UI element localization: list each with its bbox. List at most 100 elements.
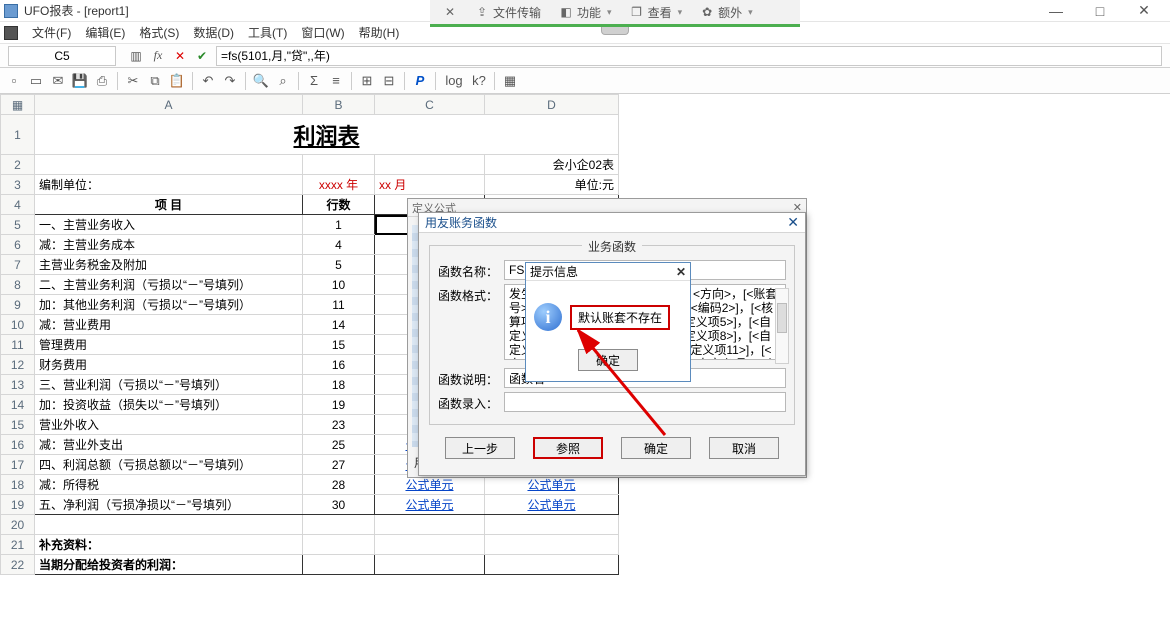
sheet-title[interactable]: 利润表	[35, 115, 619, 155]
cell[interactable]	[375, 155, 485, 175]
replace-icon[interactable]: ⌕	[273, 71, 293, 91]
paste-icon[interactable]: 📋	[167, 71, 187, 91]
cell-line[interactable]: 28	[303, 475, 375, 495]
formula-cell[interactable]: 公式单元	[375, 495, 485, 515]
formula-input[interactable]: =fs(5101,月,"贷",,年)	[216, 46, 1162, 66]
open-icon[interactable]: ▭	[26, 71, 46, 91]
menu-edit[interactable]: 编辑(E)	[79, 22, 131, 43]
cell[interactable]	[375, 515, 485, 535]
cell-line[interactable]: 10	[303, 275, 375, 295]
overlay-features-button[interactable]: ◧功能	[552, 2, 619, 22]
cell[interactable]	[303, 555, 375, 575]
insert-row-icon[interactable]: ⊞	[357, 71, 377, 91]
p-icon[interactable]: P	[410, 71, 430, 91]
cell-item[interactable]: 减：所得税	[35, 475, 303, 495]
delete-row-icon[interactable]: ⊟	[379, 71, 399, 91]
cell[interactable]	[375, 555, 485, 575]
row-header[interactable]: 15	[1, 415, 35, 435]
col-header-a[interactable]: A	[35, 95, 303, 115]
redo-icon[interactable]: ↷	[220, 71, 240, 91]
menu-window[interactable]: 窗口(W)	[295, 22, 350, 43]
new-icon[interactable]: ▫	[4, 71, 24, 91]
row-header[interactable]: 2	[1, 155, 35, 175]
cell-item[interactable]: 四、利润总额（亏损总额以“－”号填列）	[35, 455, 303, 475]
cell-item[interactable]: 主营业务税金及附加	[35, 255, 303, 275]
cell-form-code[interactable]: 会小企02表	[485, 155, 619, 175]
overlay-drag-handle[interactable]	[601, 27, 629, 35]
cell[interactable]	[485, 535, 619, 555]
corner-cell[interactable]: ▦	[1, 95, 35, 115]
cell-line[interactable]: 23	[303, 415, 375, 435]
col-header-b[interactable]: B	[303, 95, 375, 115]
row-header[interactable]: 5	[1, 215, 35, 235]
cell-line[interactable]: 1	[303, 215, 375, 235]
message-title-bar[interactable]: 提示信息 ✕	[526, 263, 690, 281]
overlay-extra-button[interactable]: ✿额外	[693, 2, 760, 22]
row-header[interactable]: 12	[1, 355, 35, 375]
menu-tools[interactable]: 工具(T)	[242, 22, 293, 43]
cell-line[interactable]: 25	[303, 435, 375, 455]
row-header[interactable]: 9	[1, 295, 35, 315]
prev-button[interactable]: 上一步	[445, 437, 515, 459]
row-header[interactable]: 7	[1, 255, 35, 275]
header-item[interactable]: 项 目	[35, 195, 303, 215]
close-icon[interactable]: ✕	[787, 214, 799, 231]
overlay-close-button[interactable]: ✕	[436, 2, 464, 22]
cell-line[interactable]: 19	[303, 395, 375, 415]
maximize-button[interactable]: □	[1078, 1, 1122, 21]
dialog-title-bar[interactable]: 用友账务函数 ✕	[419, 213, 805, 233]
cell-item[interactable]: 减：营业费用	[35, 315, 303, 335]
fx-icon[interactable]: fx	[150, 48, 166, 64]
cell-item[interactable]: 管理费用	[35, 335, 303, 355]
cell[interactable]	[35, 155, 303, 175]
cell-year[interactable]: xxxx 年	[303, 175, 375, 195]
row-header[interactable]: 3	[1, 175, 35, 195]
undo-icon[interactable]: ↶	[198, 71, 218, 91]
row-header[interactable]: 22	[1, 555, 35, 575]
close-icon[interactable]: ✕	[676, 265, 686, 279]
cell-line[interactable]: 5	[303, 255, 375, 275]
row-header[interactable]: 14	[1, 395, 35, 415]
cell-line[interactable]: 11	[303, 295, 375, 315]
overlay-file-transfer-button[interactable]: ⇪文件传输	[468, 2, 548, 22]
menu-data[interactable]: 数据(D)	[187, 22, 240, 43]
cell[interactable]	[485, 515, 619, 535]
col-header-d[interactable]: D	[485, 95, 619, 115]
cell-item[interactable]: 财务费用	[35, 355, 303, 375]
cell-supplement-label[interactable]: 补充资料：	[35, 535, 303, 555]
row-header[interactable]: 16	[1, 435, 35, 455]
header-lineno[interactable]: 行数	[303, 195, 375, 215]
find-icon[interactable]: 🔍	[251, 71, 271, 91]
row-header[interactable]: 8	[1, 275, 35, 295]
cell-line[interactable]: 18	[303, 375, 375, 395]
cell[interactable]	[35, 515, 303, 535]
cell-item[interactable]: 加：其他业务利润（亏损以“－”号填列）	[35, 295, 303, 315]
cell-line[interactable]: 4	[303, 235, 375, 255]
cell-item[interactable]: 五、净利润（亏损净损以“－”号填列）	[35, 495, 303, 515]
menu-file[interactable]: 文件(F)	[26, 22, 77, 43]
formula-cell[interactable]: 公式单元	[485, 495, 619, 515]
cell-item[interactable]: 一、主营业务收入	[35, 215, 303, 235]
dropdown-icon[interactable]: ▥	[128, 48, 144, 64]
grid-icon[interactable]: ▦	[500, 71, 520, 91]
cell-line[interactable]: 27	[303, 455, 375, 475]
save-icon[interactable]: 💾	[70, 71, 90, 91]
ok-button[interactable]: 确定	[621, 437, 691, 459]
cell[interactable]	[303, 155, 375, 175]
cell[interactable]	[485, 555, 619, 575]
help-icon[interactable]: k?	[469, 71, 489, 91]
cut-icon[interactable]: ✂	[123, 71, 143, 91]
row-header[interactable]: 11	[1, 335, 35, 355]
scroll-thumb[interactable]	[777, 303, 787, 333]
message-ok-button[interactable]: 确定	[578, 349, 638, 371]
row-header[interactable]: 20	[1, 515, 35, 535]
cell[interactable]	[303, 515, 375, 535]
cell-line[interactable]: 14	[303, 315, 375, 335]
row-header[interactable]: 1	[1, 115, 35, 155]
row-header[interactable]: 21	[1, 535, 35, 555]
input-func-entry[interactable]	[504, 392, 786, 412]
scrollbar[interactable]	[775, 288, 789, 364]
menu-format[interactable]: 格式(S)	[133, 22, 185, 43]
row-header[interactable]: 13	[1, 375, 35, 395]
cell-line[interactable]: 30	[303, 495, 375, 515]
